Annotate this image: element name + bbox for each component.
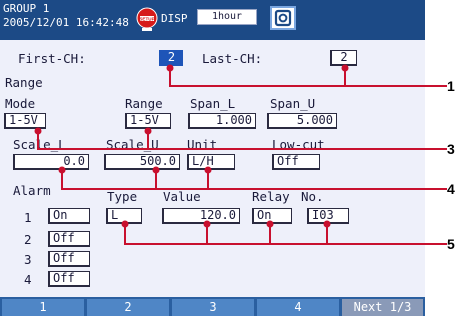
callout-line-4 (61, 170, 447, 190)
callout-4: 4 (447, 181, 455, 197)
callout-5: 5 (447, 236, 455, 252)
callout-line-3 (37, 131, 447, 150)
callout-line-5 (124, 224, 447, 245)
callout-lines (34, 64, 447, 245)
callout-3: 3 (447, 141, 455, 157)
callout-line-1 (169, 68, 447, 87)
callout-1: 1 (447, 78, 455, 94)
